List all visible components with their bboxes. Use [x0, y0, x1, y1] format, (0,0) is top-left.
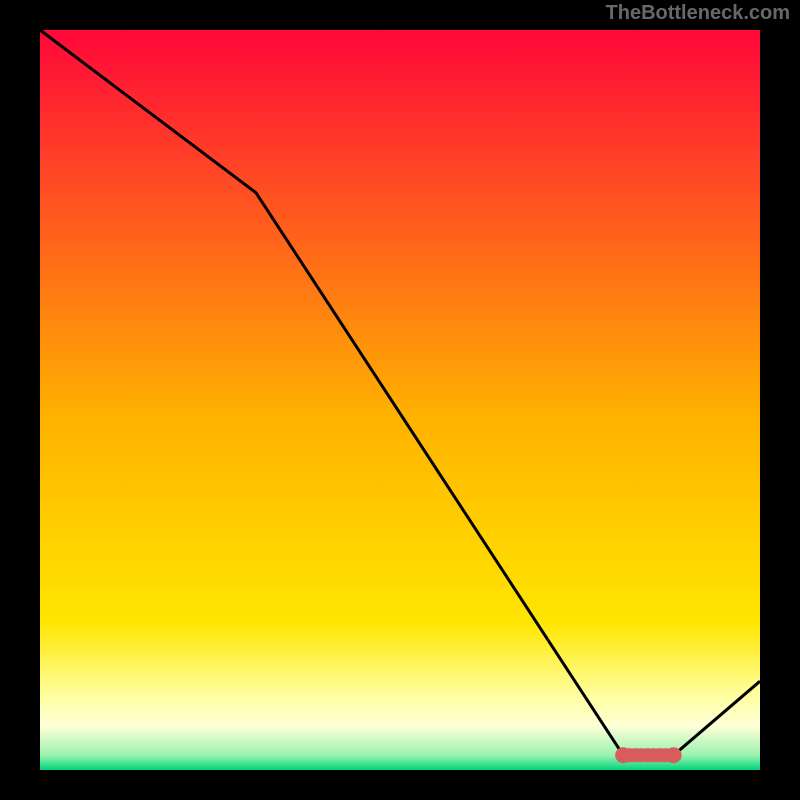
attribution-label: TheBottleneck.com [606, 2, 790, 25]
valley-markers [615, 747, 681, 763]
chart-container: TheBottleneck.com [0, 0, 800, 800]
plot-background [40, 30, 760, 770]
gradient-line-chart [0, 0, 800, 800]
